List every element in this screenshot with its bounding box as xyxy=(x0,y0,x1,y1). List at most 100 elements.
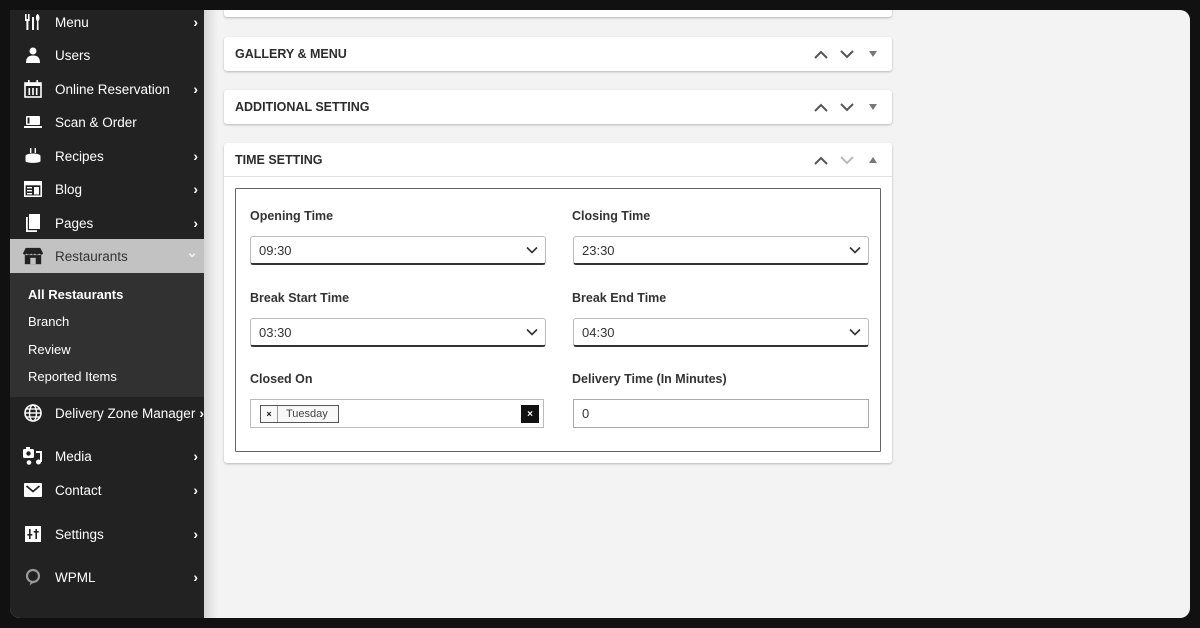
submenu-item-reported-items[interactable]: Reported Items xyxy=(28,369,117,384)
break-start-time-select[interactable]: 03:30 xyxy=(250,318,546,347)
envelope-icon xyxy=(23,480,43,500)
globe-icon xyxy=(23,403,43,423)
scan-order-icon xyxy=(23,112,43,132)
sidebar-item-label: Pages xyxy=(55,215,94,231)
admin-sidebar: Menu › Users Online Reservation › Scan &… xyxy=(10,10,218,618)
postbox-controls xyxy=(808,90,886,124)
submenu-item-all-restaurants[interactable]: All Restaurants xyxy=(28,287,123,302)
break-start-time-label: Break Start Time xyxy=(250,291,350,305)
sidebar-item-label: Users xyxy=(55,47,91,63)
device-frame: Menu › Users Online Reservation › Scan &… xyxy=(0,0,1200,628)
opening-time-value: 09:30 xyxy=(259,242,292,258)
sidebar-item-label: Settings xyxy=(55,526,104,542)
store-icon xyxy=(23,246,43,266)
sidebar-item-label: Restaurants xyxy=(55,248,128,264)
chevron-down-icon xyxy=(526,246,538,254)
postbox-title: GALLERY & MENU xyxy=(235,47,347,61)
closing-time-select[interactable]: 23:30 xyxy=(573,236,869,265)
postbox-gallery-menu: GALLERY & MENU xyxy=(224,37,892,71)
chevron-up-icon xyxy=(814,156,828,165)
postbox-time-setting: TIME SETTING Opening Time 09:30 Closing … xyxy=(224,143,892,463)
closing-time-label: Closing Time xyxy=(572,209,651,223)
postbox-controls xyxy=(808,37,886,71)
sidebar-item-pages[interactable]: Pages › xyxy=(10,206,204,240)
sidebar-item-label: Recipes xyxy=(55,148,104,164)
chevron-right-icon: › xyxy=(193,526,198,542)
chevron-down-icon xyxy=(840,155,854,164)
cutlery-icon xyxy=(23,12,43,32)
sidebar-item-delivery-zone-manager[interactable]: Delivery Zone Manager › xyxy=(10,396,204,430)
postbox-title: ADDITIONAL SETTING xyxy=(235,100,370,114)
closed-on-multiselect[interactable]: × Tuesday × xyxy=(250,399,544,428)
sidebar-item-media[interactable]: Media › xyxy=(10,439,204,473)
sidebar-item-wpml[interactable]: WPML › xyxy=(10,560,204,594)
move-up-button[interactable] xyxy=(808,37,834,71)
toggle-panel-button[interactable] xyxy=(860,37,886,71)
sidebar-item-recipes[interactable]: Recipes › xyxy=(10,139,204,173)
delivery-time-label: Delivery Time (In Minutes) xyxy=(572,372,727,386)
postbox-title: TIME SETTING xyxy=(235,152,323,167)
sidebar-item-scan-order[interactable]: Scan & Order xyxy=(10,105,204,139)
postbox-header[interactable]: ADDITIONAL SETTING xyxy=(224,90,892,124)
chevron-down-icon: ⌄ xyxy=(186,244,198,260)
move-up-button[interactable] xyxy=(808,90,834,124)
cake-icon xyxy=(23,146,43,166)
sidebar-item-label: Delivery Zone Manager xyxy=(55,405,196,421)
submenu-item-review[interactable]: Review xyxy=(28,342,71,357)
closing-time-value: 23:30 xyxy=(582,242,615,258)
postbox-header[interactable]: GALLERY & MENU xyxy=(224,37,892,71)
chevron-right-icon: › xyxy=(193,569,198,585)
chevron-right-icon: › xyxy=(193,215,198,231)
chevron-right-icon: › xyxy=(193,81,198,97)
chevron-up-icon xyxy=(814,50,828,59)
chevron-right-icon: › xyxy=(193,14,198,30)
opening-time-label: Opening Time xyxy=(250,209,334,223)
settings-icon xyxy=(23,524,43,544)
tag-label: Tuesday xyxy=(286,408,328,420)
opening-time-select[interactable]: 09:30 xyxy=(250,236,546,265)
calendar-icon xyxy=(23,79,43,99)
postbox-controls xyxy=(808,143,886,177)
screen: Menu › Users Online Reservation › Scan &… xyxy=(10,10,1190,618)
chevron-right-icon: › xyxy=(193,148,198,164)
sidebar-item-contact[interactable]: Contact › xyxy=(10,473,204,507)
move-down-button[interactable] xyxy=(834,143,860,177)
sidebar-item-label: Media xyxy=(55,448,92,464)
submenu-item-branch[interactable]: Branch xyxy=(28,314,69,329)
sidebar-item-label: WPML xyxy=(55,569,96,585)
sidebar-item-restaurants[interactable]: Restaurants ⌄ xyxy=(10,239,204,273)
toggle-panel-button[interactable] xyxy=(860,143,886,177)
restaurants-submenu: All Restaurants Branch Review Reported I… xyxy=(10,273,204,397)
wpml-icon xyxy=(23,567,43,587)
delivery-time-input[interactable] xyxy=(573,399,869,428)
sidebar-item-label: Blog xyxy=(55,181,83,197)
remove-tag-button[interactable]: × xyxy=(261,406,278,422)
caret-up-icon xyxy=(869,157,877,163)
chevron-down-icon xyxy=(849,328,861,336)
time-setting-fields: Opening Time 09:30 Closing Time 23:30 Br… xyxy=(235,188,881,452)
toggle-panel-button[interactable] xyxy=(860,90,886,124)
closed-on-label: Closed On xyxy=(250,372,313,386)
chevron-down-icon xyxy=(849,246,861,254)
move-up-button[interactable] xyxy=(808,143,834,177)
sidebar-item-label: Contact xyxy=(55,482,102,498)
break-end-time-value: 04:30 xyxy=(582,324,615,340)
chevron-right-icon: › xyxy=(193,181,198,197)
move-down-button[interactable] xyxy=(834,90,860,124)
sidebar-item-online-reservation[interactable]: Online Reservation › xyxy=(10,72,204,106)
sidebar-item-settings[interactable]: Settings › xyxy=(10,517,204,551)
sidebar-item-menu[interactable]: Menu › xyxy=(10,10,204,39)
user-icon xyxy=(23,45,43,65)
clear-all-button[interactable]: × xyxy=(521,405,539,423)
break-end-time-select[interactable]: 04:30 xyxy=(573,318,869,347)
move-down-button[interactable] xyxy=(834,37,860,71)
chevron-right-icon: › xyxy=(193,482,198,498)
sidebar-item-label: Scan & Order xyxy=(55,114,137,130)
sidebar-item-blog[interactable]: Blog › xyxy=(10,172,204,206)
pages-icon xyxy=(23,213,43,233)
chevron-up-icon xyxy=(814,103,828,112)
sidebar-item-users[interactable]: Users xyxy=(10,38,204,72)
caret-down-icon xyxy=(869,104,877,110)
media-icon xyxy=(23,446,43,466)
postbox-header[interactable]: TIME SETTING xyxy=(224,143,892,177)
